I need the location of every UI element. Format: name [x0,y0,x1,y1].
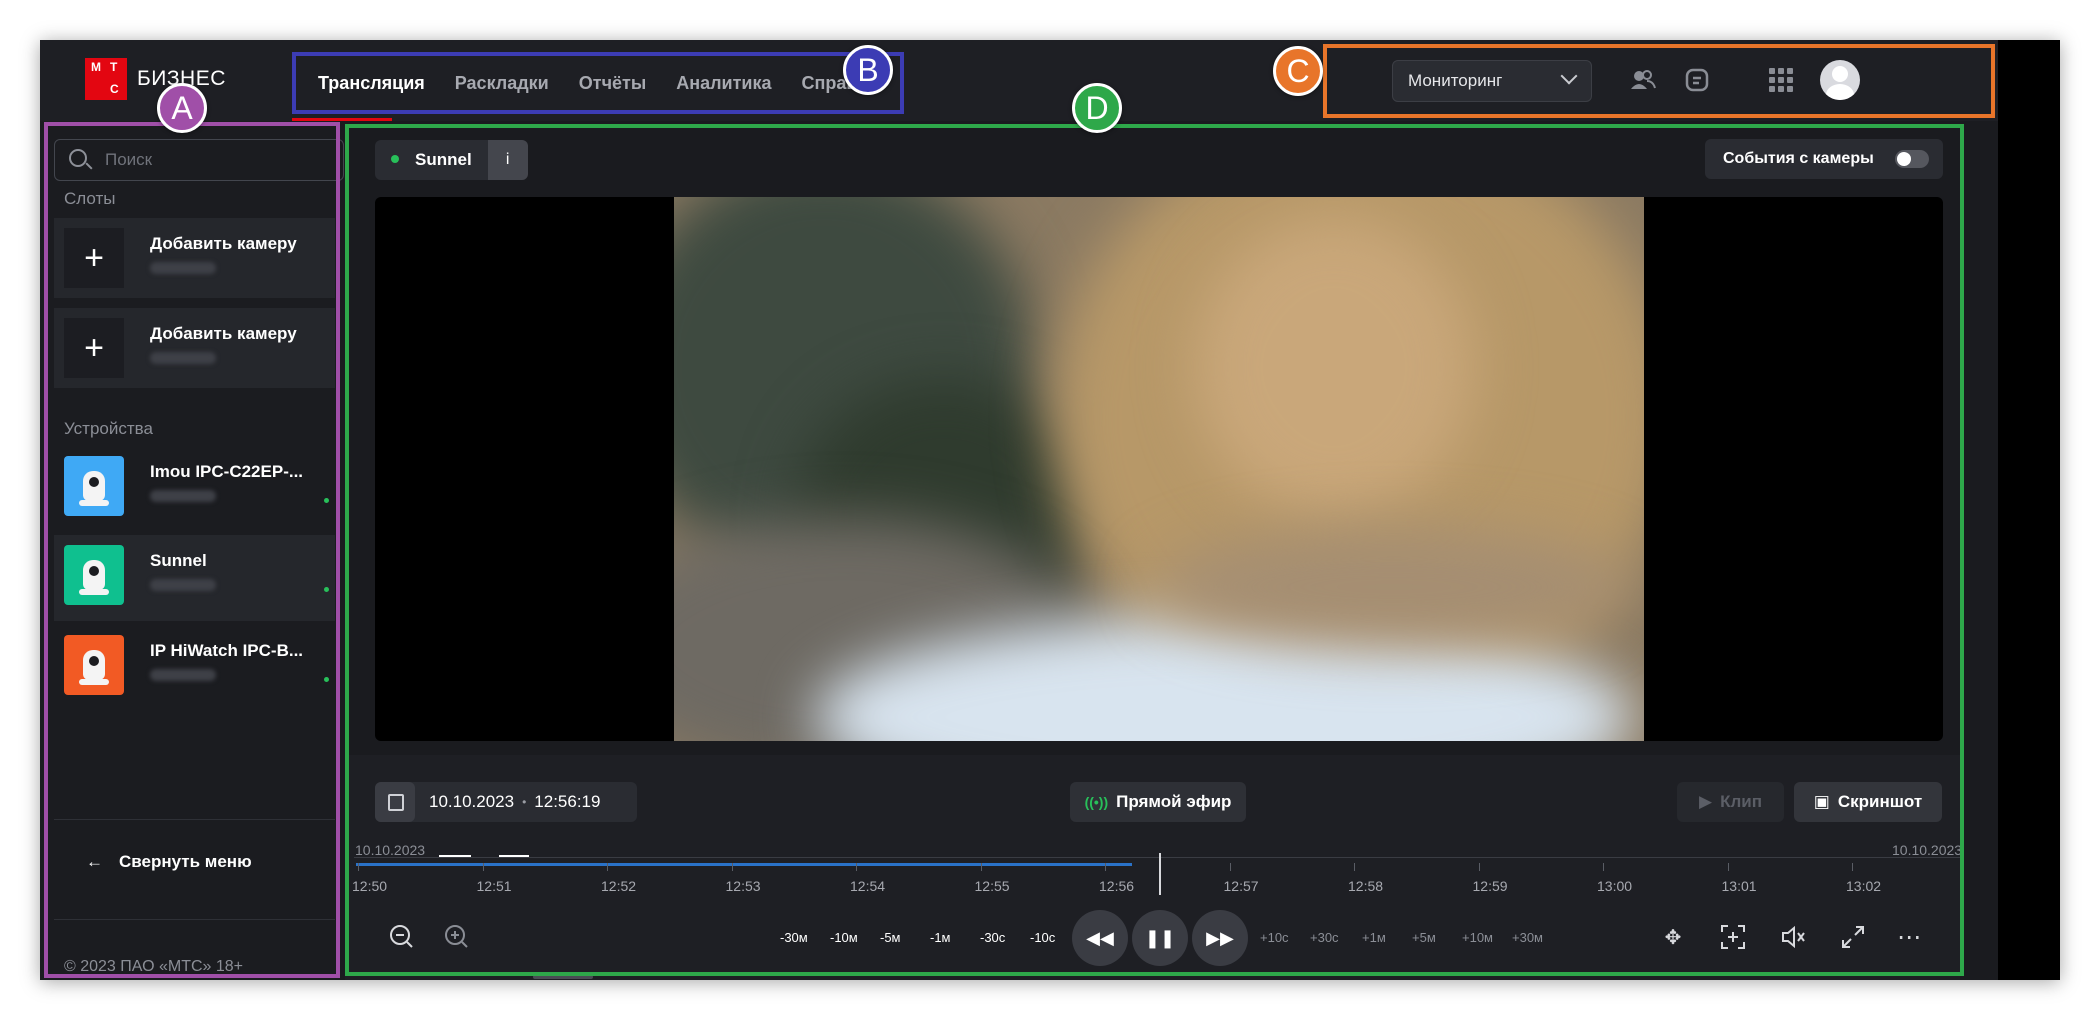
chat-icon[interactable] [1685,68,1709,92]
black-side-panel [1998,40,2060,980]
annotation-badge-c: C [1273,46,1323,96]
logo-letter-m: М [91,60,101,74]
nav-item-raskladki[interactable]: Раскладки [455,73,549,94]
mode-dropdown[interactable]: Мониторинг [1392,60,1592,102]
apps-grid-icon[interactable] [1768,67,1794,93]
app-window: М Т С БИЗНЕС Трансляция Раскладки Отчёты… [40,40,2060,980]
annotation-frame-d [345,124,1964,976]
main-nav: Трансляция Раскладки Отчёты Аналитика Сп… [292,52,904,114]
users-icon[interactable] [1630,69,1656,91]
nav-item-translyatsiya[interactable]: Трансляция [318,73,425,94]
annotation-badge-a: A [157,83,207,133]
mts-logo-mark: М Т С [85,58,127,100]
top-header: М Т С БИЗНЕС Трансляция Раскладки Отчёты… [40,40,1998,121]
chevron-down-icon [1560,67,1578,85]
logo-letter-t: Т [110,60,118,74]
annotation-badge-b: B [843,45,893,95]
avatar[interactable] [1820,60,1860,100]
nav-item-analitika[interactable]: Аналитика [676,73,771,94]
annotation-badge-d: D [1072,83,1122,133]
nav-item-otchety[interactable]: Отчёты [579,73,646,94]
mts-business-logo[interactable]: М Т С БИЗНЕС [85,58,226,100]
logo-letter-s: С [110,82,119,96]
annotation-frame-a [44,122,340,978]
mode-dropdown-value: Мониторинг [1408,71,1503,90]
